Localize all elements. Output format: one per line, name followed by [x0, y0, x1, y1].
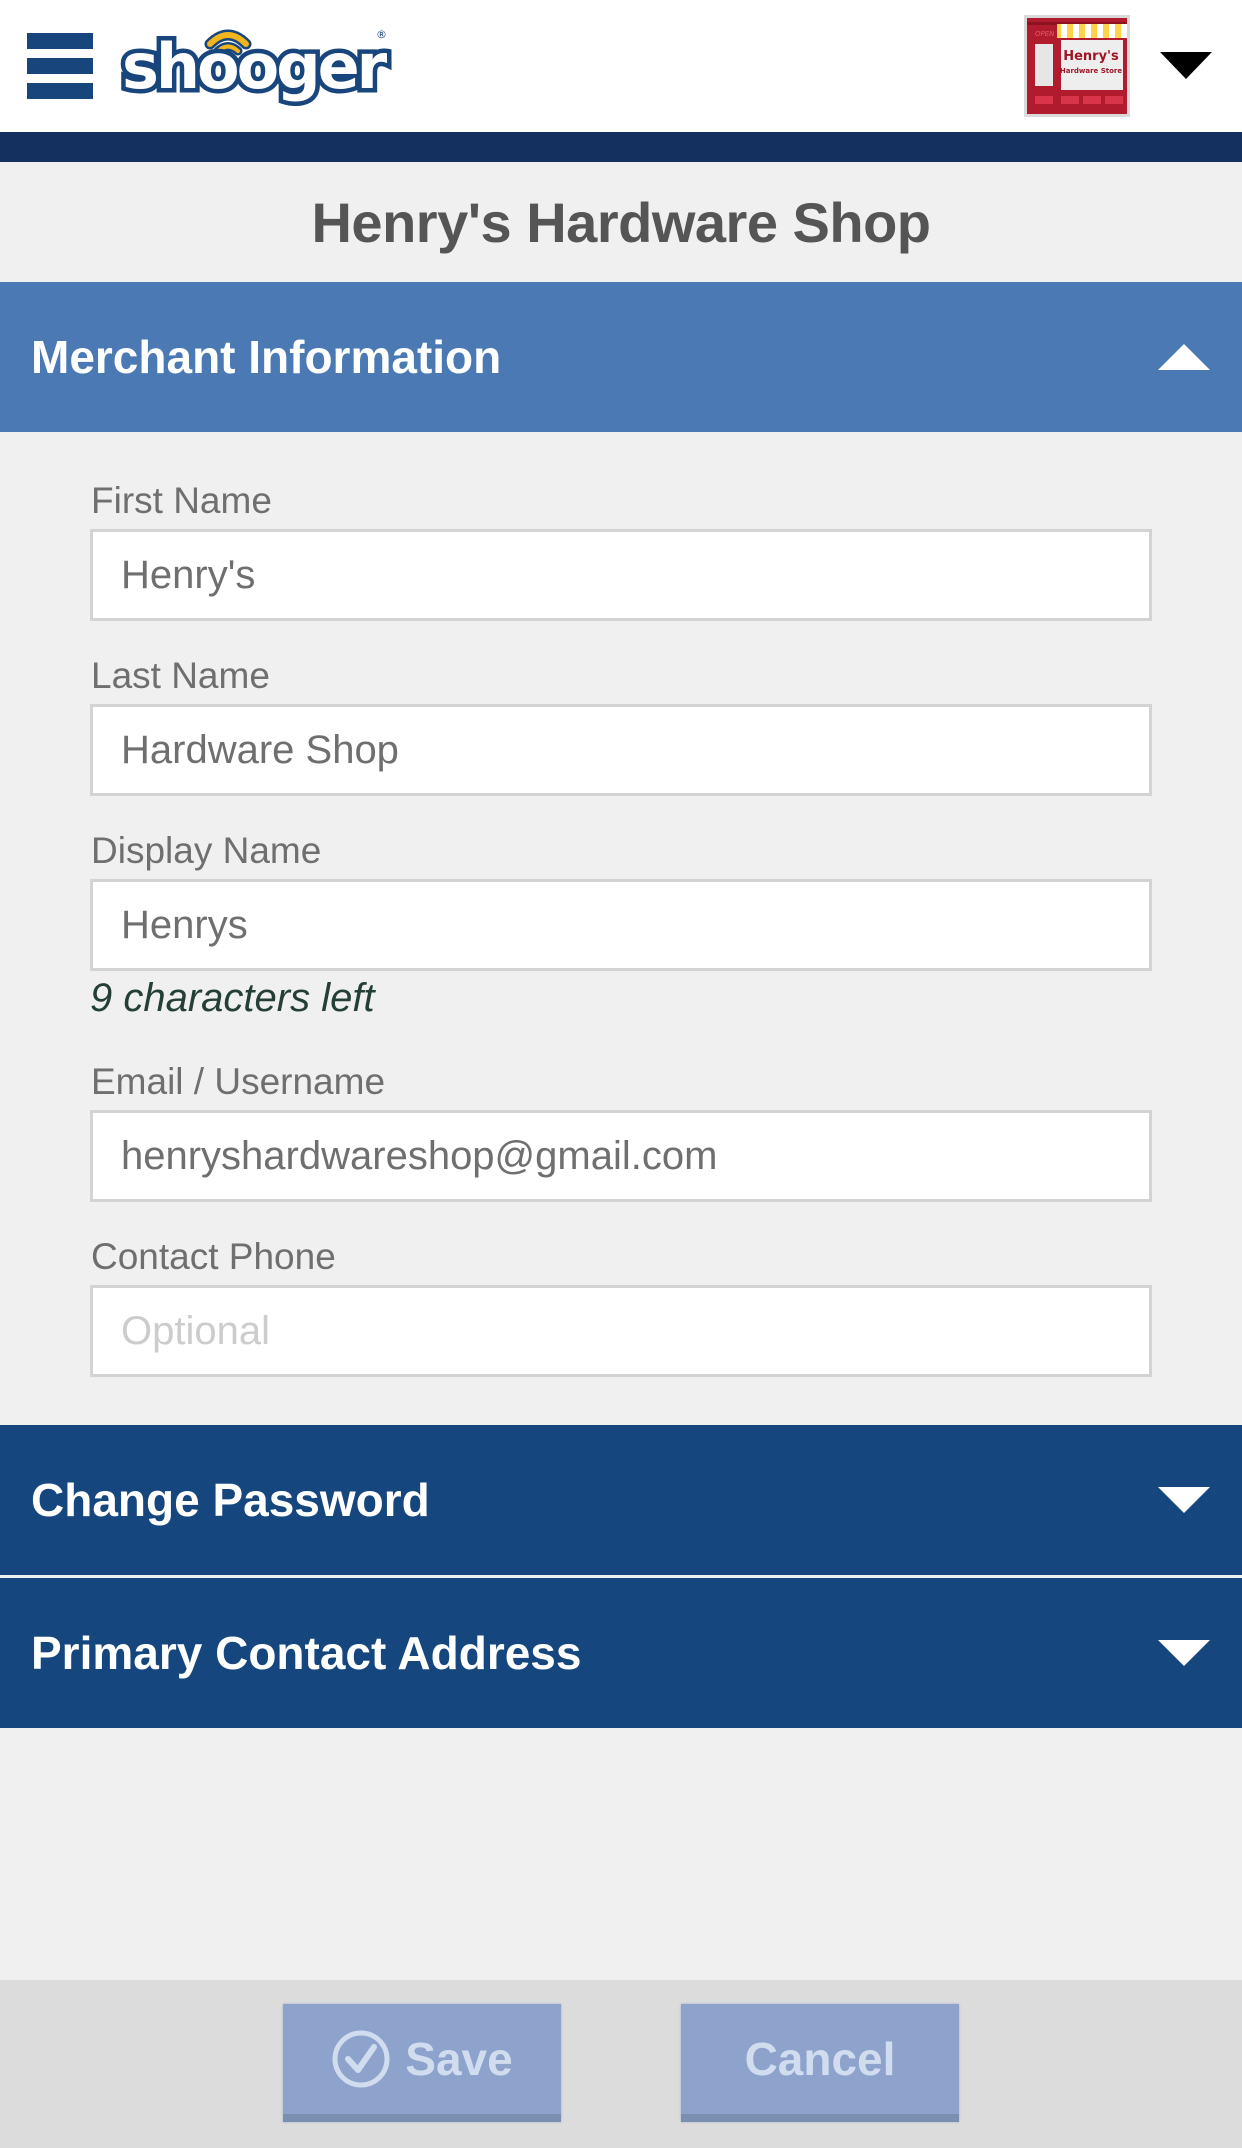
first-name-label: First Name: [91, 480, 272, 521]
caret-down-icon[interactable]: [1160, 52, 1212, 79]
shooger-logo[interactable]: shooger ®: [118, 18, 394, 114]
cancel-label: Cancel: [744, 2033, 896, 2085]
first-name-input[interactable]: [90, 529, 1152, 621]
save-label: Save: [405, 2033, 513, 2085]
section-title: Merchant Information: [31, 331, 502, 383]
menu-bar: [27, 83, 93, 99]
email-label: Email / Username: [91, 1061, 386, 1102]
cancel-button[interactable]: Cancel: [681, 2004, 959, 2122]
check-circle-icon: [332, 2030, 390, 2088]
display-name-input[interactable]: [90, 879, 1152, 971]
chevron-down-icon: [1158, 1487, 1210, 1513]
section-title: Change Password: [31, 1474, 430, 1526]
page-title: Henry's Hardware Shop: [311, 190, 931, 254]
change-password-header[interactable]: Change Password: [0, 1425, 1242, 1575]
section-title: Primary Contact Address: [31, 1627, 582, 1679]
chevron-up-icon: [1158, 344, 1210, 370]
save-button[interactable]: Save: [283, 2004, 561, 2122]
last-name-input[interactable]: [90, 704, 1152, 796]
footer-action-bar: [0, 1980, 1242, 2148]
display-name-label: Display Name: [91, 830, 322, 871]
hamburger-menu-icon[interactable]: [27, 33, 93, 99]
last-name-label: Last Name: [91, 655, 270, 696]
awning: [1057, 24, 1127, 38]
shop-sign-name: Henry's: [1063, 49, 1119, 64]
account-avatar[interactable]: OPEN Henry's Hardware Store: [1024, 15, 1130, 117]
contact-phone-input[interactable]: [90, 1285, 1152, 1377]
primary-contact-address-header[interactable]: Primary Contact Address: [0, 1578, 1242, 1728]
email-input[interactable]: [90, 1110, 1152, 1202]
top-bar: shooger ® OPEN Henry's Hardware Store: [0, 0, 1242, 132]
menu-bar: [27, 33, 93, 49]
brand-wordmark: shooger: [122, 30, 388, 103]
shop-sign-subtitle: Hardware Store: [1060, 67, 1123, 75]
open-sign: OPEN: [1035, 30, 1055, 38]
menu-bar: [27, 58, 93, 74]
chevron-down-icon: [1158, 1640, 1210, 1666]
registered-mark: ®: [376, 28, 387, 41]
merchant-information-header[interactable]: Merchant Information: [0, 282, 1242, 432]
characters-left-hint: 9 characters left: [90, 976, 375, 1020]
nav-stripe: [0, 132, 1242, 162]
storefront-icon: OPEN Henry's Hardware Store: [1027, 18, 1127, 114]
contact-phone-label: Contact Phone: [91, 1236, 336, 1277]
